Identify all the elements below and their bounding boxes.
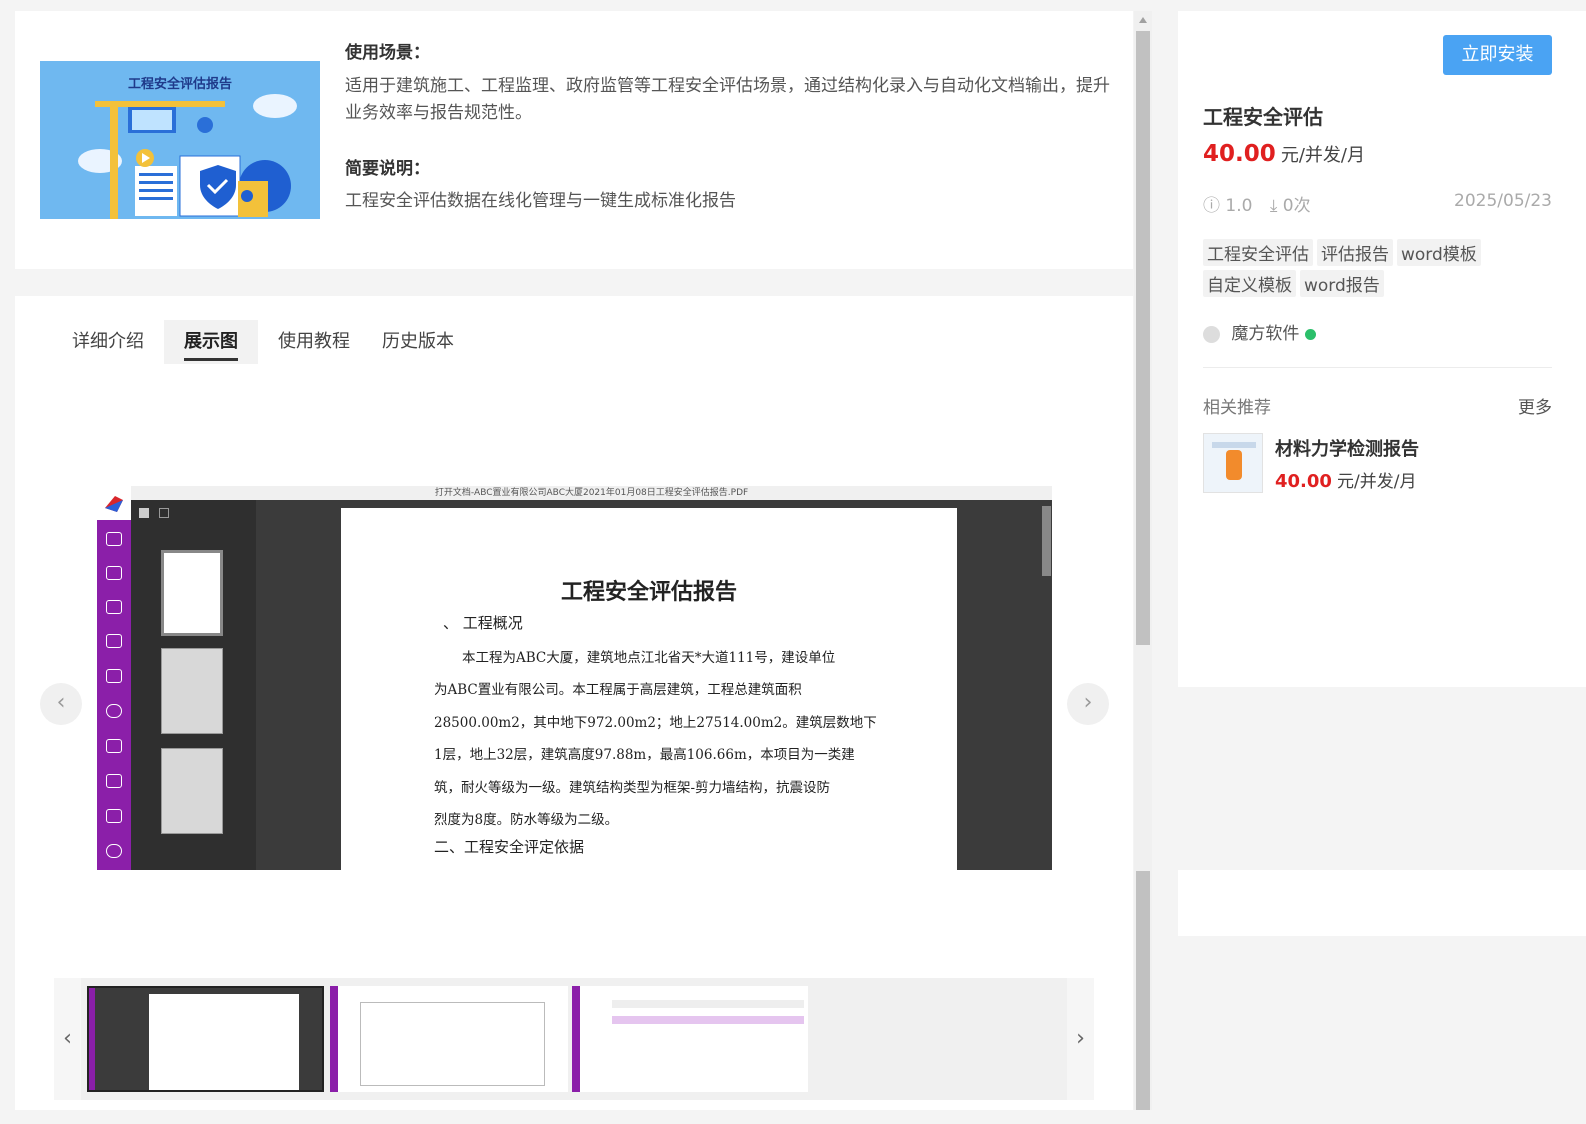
- avatar-icon: [1203, 325, 1220, 343]
- viewer-scrollbar[interactable]: [1042, 506, 1051, 576]
- page-thumbnails-panel: [131, 500, 256, 870]
- tree-icon: [106, 669, 122, 683]
- related-item[interactable]: 材料力学检测报告 40.00 元/并发/月: [1203, 433, 1552, 493]
- app-logo-icon: [97, 486, 131, 520]
- doc-section-2: 二、工程安全评定依据: [434, 838, 585, 856]
- page-thumbnail: [161, 648, 223, 734]
- tab-screenshots[interactable]: 展示图: [164, 320, 258, 364]
- download-icon: ⤓: [1269, 196, 1278, 216]
- side-panel-lower: [1178, 870, 1586, 936]
- publish-date: 2025/05/23: [1454, 191, 1552, 211]
- usage-heading: 使用场景：: [345, 43, 430, 63]
- document-icon: [106, 634, 122, 648]
- monitor-icon: [106, 566, 122, 580]
- chevron-left-icon: ‹: [56, 690, 66, 715]
- summary-text: 工程安全评估数据在线化管理与一键生成标准化报告: [345, 191, 736, 211]
- showcase-screenshot: 打开文档-ABC置业有限公司ABC大厦2021年01月08日工程安全评估报告.P…: [97, 486, 1052, 870]
- org-chart-icon: [106, 809, 122, 823]
- related-item-unit: 元/并发/月: [1337, 472, 1417, 492]
- chevron-right-icon: ›: [1076, 1026, 1085, 1051]
- strip-prev-button[interactable]: ‹: [54, 978, 81, 1100]
- doc-line: 筑，耐火等级为一级。建筑结构类型为框架-剪力墙结构，抗震设防: [434, 779, 831, 796]
- list-view-icon: [159, 508, 169, 518]
- tag[interactable]: 评估报告: [1317, 239, 1393, 266]
- summary-heading: 简要说明：: [345, 159, 430, 179]
- page-thumbnail: [161, 748, 223, 834]
- author-name: 魔方软件: [1231, 324, 1300, 344]
- product-banner-image: 工程安全评估报告: [40, 61, 320, 219]
- share-icon: [106, 704, 122, 718]
- install-button[interactable]: 立即安装: [1443, 35, 1552, 75]
- viewer-sidebar: [97, 520, 131, 870]
- tab-tutorial[interactable]: 使用教程: [266, 320, 362, 364]
- tab-bar: 详细介绍 展示图 使用教程 历史版本: [60, 320, 474, 364]
- usage-text: 适用于建筑施工、工程监理、政府监管等工程安全评估场景，通过结构化录入与自动化文档…: [345, 76, 1110, 123]
- scrollbar-thumb[interactable]: [1136, 31, 1150, 645]
- download-count: 0次: [1282, 196, 1311, 216]
- strip-thumbnail-active[interactable]: [87, 986, 324, 1092]
- info-icon: ⓘ: [1203, 196, 1220, 216]
- home-icon: [106, 532, 122, 546]
- details-tabs-card: 详细介绍 展示图 使用教程 历史版本 ‹ › 打开文档-ABC置业有限公司ABC…: [15, 296, 1133, 1110]
- clipboard-icon: [106, 600, 122, 614]
- related-item-name: 材料力学检测报告: [1275, 439, 1419, 460]
- chevron-left-icon: ‹: [63, 1026, 72, 1051]
- grid-view-icon: [139, 508, 149, 518]
- tag[interactable]: 自定义模板: [1203, 270, 1296, 297]
- related-item-thumbnail: [1203, 433, 1263, 493]
- doc-line: 28500.00m2，其中地下972.00m2；地上27514.00m2。建筑层…: [434, 714, 877, 731]
- carousel-prev-button[interactable]: ‹: [40, 683, 82, 725]
- page-thumbnail: [161, 550, 223, 636]
- product-info-panel: 立即安装 工程安全评估 40.00 元/并发/月 ⓘ 1.0 ⤓ 0次 2025…: [1178, 11, 1586, 687]
- doc-section-1: 、 工程概况: [443, 614, 523, 632]
- viewer-titlebar: 打开文档-ABC置业有限公司ABC大厦2021年01月08日工程安全评估报告.P…: [131, 486, 1052, 500]
- chevron-right-icon: ›: [1083, 690, 1093, 715]
- page-scrollbar[interactable]: [1134, 11, 1152, 1110]
- related-item-price: 40.00: [1275, 471, 1332, 492]
- strip-next-button[interactable]: ›: [1067, 978, 1094, 1100]
- product-name: 工程安全评估: [1203, 105, 1323, 129]
- strip-thumbnail[interactable]: [572, 986, 808, 1092]
- carousel-next-button[interactable]: ›: [1067, 683, 1109, 725]
- store-icon: [106, 739, 122, 753]
- tab-versions[interactable]: 历史版本: [370, 320, 466, 364]
- doc-title: 工程安全评估报告: [560, 579, 737, 604]
- document-page: 工程安全评估报告 、 工程概况 本工程为ABC大厦，建筑地点江北省天*大道111…: [341, 508, 957, 870]
- tag[interactable]: word报告: [1300, 270, 1384, 297]
- product-price: 40.00: [1203, 141, 1276, 167]
- doc-line: 本工程为ABC大厦，建筑地点江北省天*大道111号，建设单位: [462, 650, 836, 666]
- tab-details[interactable]: 详细介绍: [60, 320, 156, 364]
- settings-icon: [106, 844, 122, 858]
- doc-line: 为ABC置业有限公司。本工程属于高层建筑，工程总建筑面积: [434, 682, 802, 699]
- related-heading: 相关推荐: [1203, 398, 1271, 418]
- author-row[interactable]: 魔方软件: [1203, 319, 1316, 344]
- divider: [1203, 367, 1552, 368]
- presentation-icon: [106, 774, 122, 788]
- product-intro-card: 工程安全评估报告 使用场景： 适用于建筑施工、工程监理、政府监管等工程安全评估场…: [15, 11, 1133, 269]
- tag[interactable]: 工程安全评估: [1203, 239, 1313, 266]
- banner-illustration: [78, 94, 297, 219]
- doc-line: 1层，地上32层，建筑高度97.88m，最高106.66m，本项目为一类建: [434, 747, 855, 764]
- verified-icon: [1304, 328, 1316, 340]
- product-version: 1.0: [1225, 196, 1253, 216]
- more-link[interactable]: 更多: [1518, 393, 1552, 418]
- tag-list: 工程安全评估 评估报告 word模板 自定义模板 word报告: [1203, 239, 1523, 301]
- scroll-up-icon[interactable]: [1139, 17, 1147, 23]
- thumbnail-strip: ‹ ›: [54, 978, 1094, 1100]
- price-unit: 元/并发/月: [1280, 145, 1365, 166]
- tag[interactable]: word模板: [1397, 239, 1481, 266]
- strip-thumbnail[interactable]: [330, 986, 568, 1092]
- doc-line: 烈度为8度。防水等级为二级。: [434, 812, 619, 829]
- scrollbar-thumb[interactable]: [1136, 871, 1150, 1110]
